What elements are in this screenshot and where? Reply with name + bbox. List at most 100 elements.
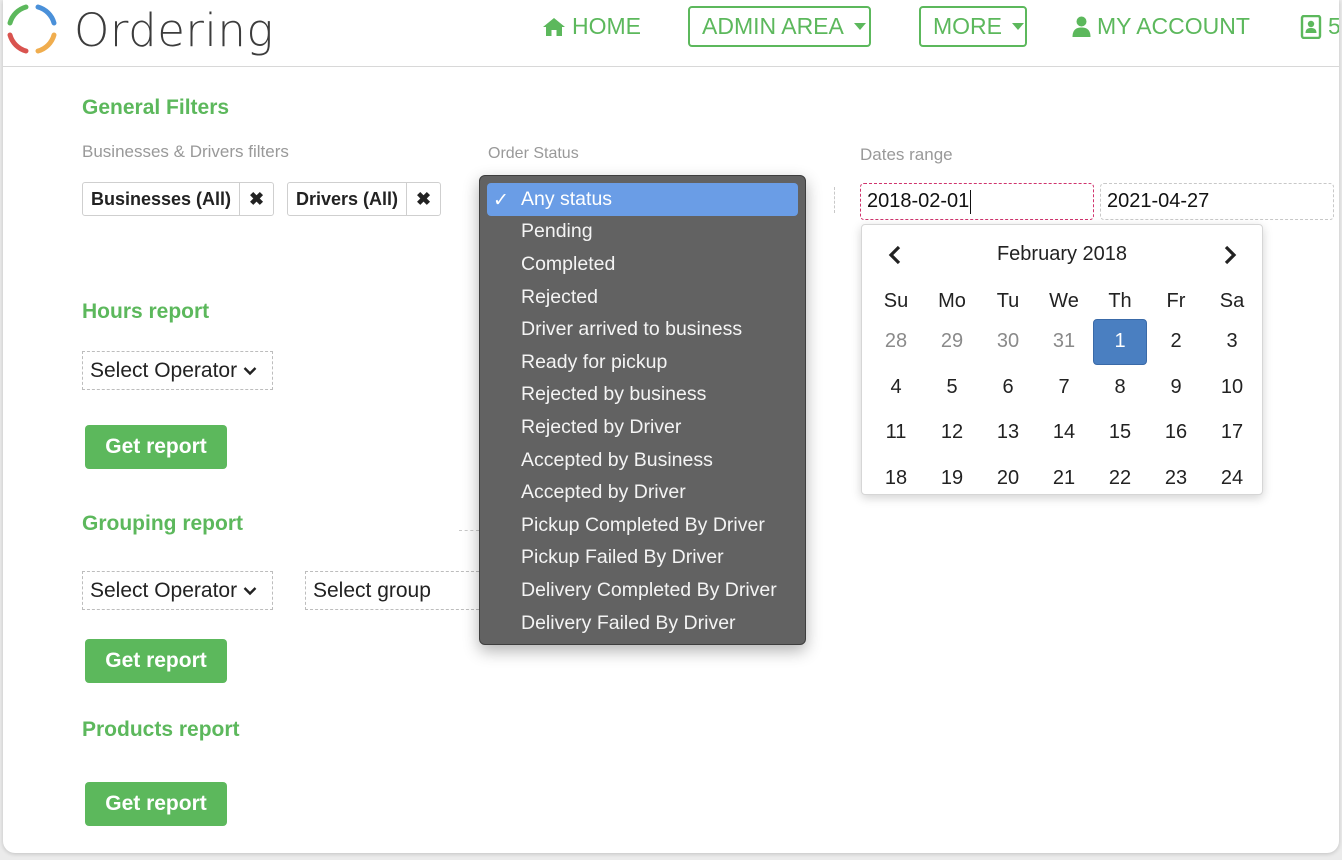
calendar-day[interactable]: 8 (1092, 365, 1148, 411)
calendar-day[interactable]: 24 (1204, 456, 1260, 495)
calendar-day[interactable]: 28 (868, 319, 924, 365)
order-status-option-label: Rejected (521, 285, 598, 308)
calendar-day[interactable]: 6 (980, 365, 1036, 411)
order-status-option-label: Completed (521, 252, 616, 275)
nav-more-label: MORE (933, 13, 1002, 39)
caret-down-icon (853, 23, 866, 30)
order-status-option[interactable]: Pickup Completed By Driver (487, 509, 798, 542)
calendar-day[interactable]: 13 (980, 410, 1036, 456)
hours-get-report-button[interactable]: Get report (85, 425, 227, 469)
businesses-drivers-label: Businesses & Drivers filters (82, 142, 289, 161)
order-status-option[interactable]: Delivery Completed By Driver (487, 574, 798, 607)
order-status-option[interactable]: Pending (487, 216, 798, 249)
calendar-month-label[interactable]: February 2018 (862, 243, 1262, 266)
order-status-option[interactable]: Ready for pickup (487, 346, 798, 379)
calendar-week-row: 11 12 13 14 15 16 17 (868, 410, 1260, 456)
order-status-option-label: Rejected by Driver (521, 415, 682, 438)
nav-home-label: HOME (572, 13, 641, 39)
calendar-day[interactable]: 11 (868, 410, 924, 456)
order-status-option[interactable]: Rejected (487, 281, 798, 314)
calendar-day[interactable]: 2 (1148, 319, 1204, 365)
calendar-day[interactable]: 3 (1204, 319, 1260, 365)
nav-admin-area[interactable]: ADMIN AREA (688, 6, 871, 47)
chevron-right-icon[interactable] (1218, 243, 1242, 267)
order-status-option-label: Any status (521, 187, 613, 210)
calendar-day[interactable]: 14 (1036, 410, 1092, 456)
nav-home[interactable]: HOME (542, 6, 641, 47)
order-status-option[interactable]: Driver arrived to business (487, 313, 798, 346)
nav-my-account-label: MY ACCOUNT (1097, 13, 1250, 39)
order-status-option[interactable]: Completed (487, 248, 798, 281)
calendar-day[interactable]: 31 (1036, 319, 1092, 365)
hours-operator-select[interactable]: Select Operator (82, 351, 273, 390)
remove-businesses-icon[interactable]: ✖ (240, 183, 273, 215)
drivers-filter-chip[interactable]: Drivers (All) ✖ (287, 182, 442, 216)
remove-drivers-icon[interactable]: ✖ (407, 183, 440, 215)
order-status-option-label: Accepted by Driver (521, 481, 686, 504)
grouping-operator-value: Select Operator (90, 578, 238, 602)
calendar-day[interactable]: 17 (1204, 410, 1260, 456)
order-status-option[interactable]: Accepted by Business (487, 444, 798, 477)
date-picker-calendar: February 2018 Su Mo Tu We Th Fr Sa 28 29 30 31 1 2 3 4… (861, 224, 1263, 495)
text-cursor (970, 189, 972, 214)
calendar-day[interactable]: 30 (980, 319, 1036, 365)
order-status-option-label: Ready for pickup (521, 350, 668, 373)
order-status-option[interactable]: Pickup Failed By Driver (487, 542, 798, 575)
calendar-day[interactable]: 5 (924, 365, 980, 411)
calendar-weekday: Fr (1166, 289, 1186, 312)
businesses-filter-chip[interactable]: Businesses (All) ✖ (82, 182, 275, 216)
nav-contact[interactable]: 5 (1300, 6, 1339, 47)
calendar-week-row: 4 5 6 7 8 9 10 (868, 365, 1260, 411)
calendar-day[interactable]: 12 (924, 410, 980, 456)
grouping-group-select[interactable]: Select group (305, 571, 479, 610)
calendar-weekday-row: Su Mo Tu We Th Fr Sa (868, 283, 1260, 319)
calendar-day[interactable]: 15 (1092, 410, 1148, 456)
calendar-day-selected[interactable]: 1 (1092, 318, 1148, 365)
calendar-day[interactable]: 9 (1148, 365, 1204, 411)
calendar-day[interactable]: 19 (924, 456, 980, 495)
calendar-day[interactable]: 10 (1204, 365, 1260, 411)
calendar-weekday: We (1049, 289, 1079, 312)
nav-admin-area-label: ADMIN AREA (702, 13, 844, 39)
order-status-option[interactable]: ✓ Any status (487, 183, 798, 216)
order-status-dropdown: ✓ Any status Pending Completed Rejected Drive… (479, 175, 806, 645)
calendar-day[interactable]: 4 (868, 365, 924, 411)
ordering-logo-icon (7, 4, 57, 54)
calendar-day[interactable]: 18 (868, 456, 924, 495)
order-status-label: Order Status (488, 145, 579, 162)
nav-my-account[interactable]: MY ACCOUNT (1072, 6, 1250, 47)
calendar-weekday: Su (883, 289, 909, 312)
home-icon (543, 17, 565, 36)
order-status-option[interactable]: Rejected by Driver (487, 411, 798, 444)
grouping-get-report-button[interactable]: Get report (85, 639, 227, 683)
status-select-edge (834, 187, 835, 213)
calendar-weekday: Th (1108, 289, 1132, 312)
order-status-option-label: Accepted by Business (521, 448, 713, 471)
calendar-header: February 2018 (862, 239, 1262, 269)
order-status-option[interactable]: Rejected by business (487, 379, 798, 412)
calendar-day[interactable]: 22 (1092, 456, 1148, 495)
nav-contact-label: 5 (1328, 13, 1339, 39)
order-status-option-label: Pickup Completed By Driver (521, 513, 765, 536)
calendar-day[interactable]: 21 (1036, 456, 1092, 495)
calendar-weekday: Mo (938, 289, 966, 312)
calendar-day[interactable]: 16 (1148, 410, 1204, 456)
products-get-report-button[interactable]: Get report (85, 782, 227, 826)
chevron-down-icon (243, 366, 257, 375)
order-status-option-label: Driver arrived to business (521, 318, 743, 341)
order-status-option[interactable]: Accepted by Driver (487, 476, 798, 509)
calendar-day[interactable]: 7 (1036, 365, 1092, 411)
calendar-day[interactable]: 23 (1148, 456, 1204, 495)
date-from-input[interactable]: 2018-02-01 (860, 183, 1094, 220)
date-to-input[interactable]: 2021-04-27 (1100, 183, 1334, 220)
hours-operator-value: Select Operator (90, 358, 238, 382)
order-status-option-label: Pickup Failed By Driver (521, 546, 724, 569)
nav-more[interactable]: MORE (919, 6, 1027, 47)
grouping-operator-select[interactable]: Select Operator (82, 571, 273, 610)
caret-down-icon (1012, 23, 1024, 30)
order-status-option[interactable]: Delivery Failed By Driver (487, 607, 798, 640)
calendar-day[interactable]: 29 (924, 319, 980, 365)
calendar-week-row: 28 29 30 31 1 2 3 (868, 318, 1260, 365)
calendar-day[interactable]: 20 (980, 456, 1036, 495)
calendar-grid: Su Mo Tu We Th Fr Sa 28 29 30 31 1 2 3 4 5 6 7 8 9 10 11 12 13 1… (868, 283, 1260, 495)
